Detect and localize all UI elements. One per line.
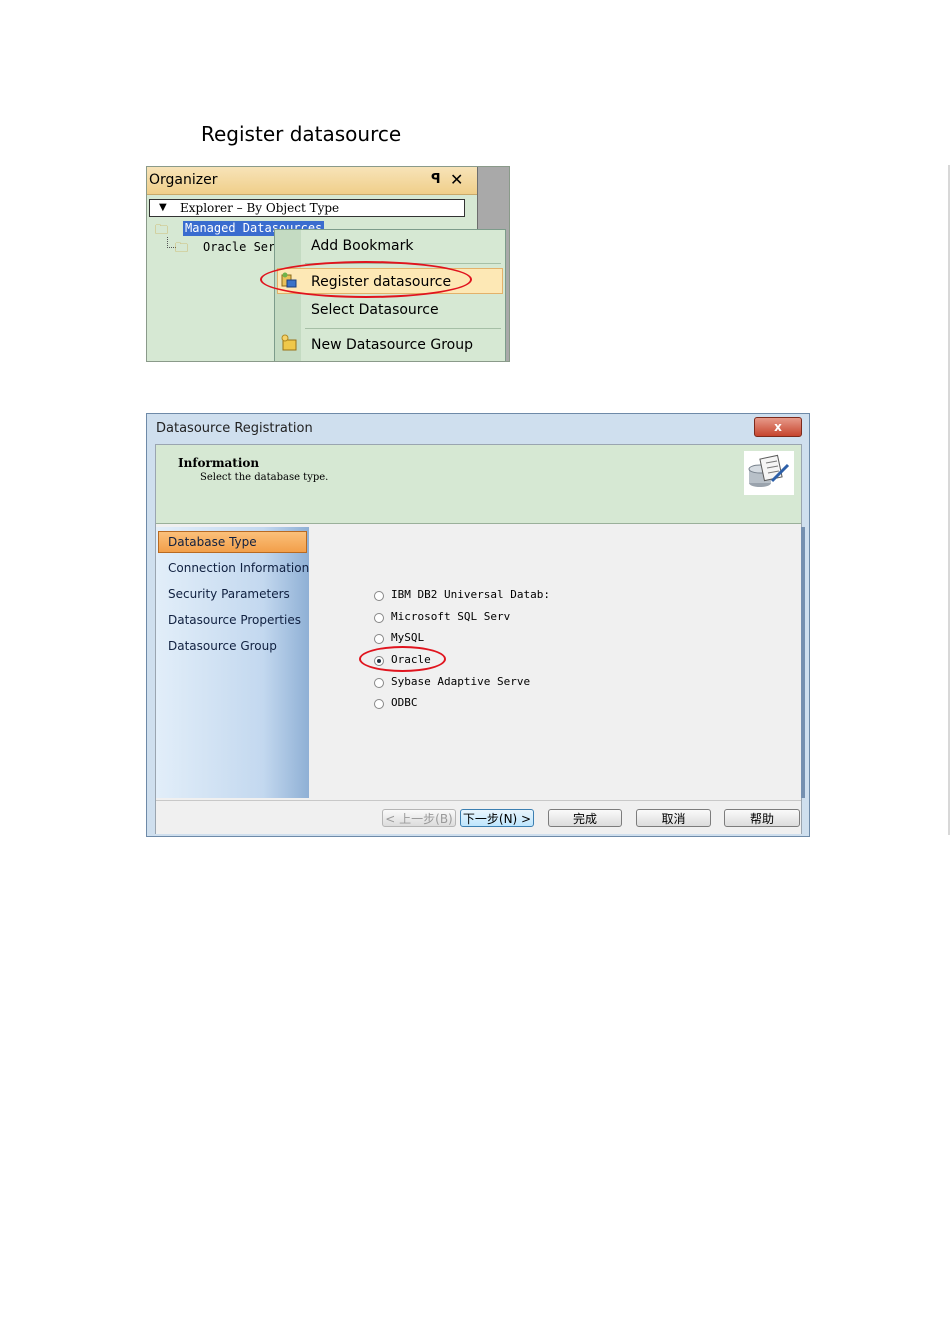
radio-sybase[interactable] <box>374 678 384 688</box>
menu-item-add-bookmark[interactable]: Add Bookmark <box>311 238 413 254</box>
radio-ibm-db2[interactable] <box>374 591 384 601</box>
wizard-step-nav: Database Type Connection Information Sec… <box>156 527 309 798</box>
highlight-oval <box>359 646 446 672</box>
tree-node-oracle[interactable]: Oracle Ser <box>203 240 275 254</box>
button-bar: < 上一步(B) 下一步(N) > 完成 取消 帮助 <box>156 800 801 834</box>
menu-separator <box>305 328 501 329</box>
dialog-body: Information Select the database type. Da… <box>155 444 805 834</box>
radio-label: MySQL <box>391 631 425 644</box>
right-border-strip <box>801 527 805 798</box>
radio-label: ODBC <box>391 696 418 709</box>
info-panel: Information Select the database type. <box>156 445 801 524</box>
back-button[interactable]: < 上一步(B) <box>382 809 456 827</box>
radio-label: Microsoft SQL Serv <box>391 610 511 623</box>
next-button[interactable]: 下一步(N) > <box>460 809 534 827</box>
radio-odbc[interactable] <box>374 699 384 709</box>
nav-item-datasource-group[interactable]: Datasource Group <box>168 639 277 653</box>
pin-icon[interactable]: ꟼ <box>431 172 441 187</box>
radio-label: IBM DB2 Universal Datab: <box>391 588 550 601</box>
menu-item-select-datasource[interactable]: Select Datasource <box>311 302 439 318</box>
dialog-title: Datasource Registration <box>156 421 313 436</box>
radio-label: Sybase Adaptive Serve <box>391 675 531 688</box>
registration-dialog: Datasource Registration x Information Se… <box>146 413 810 837</box>
database-edit-icon <box>744 451 794 495</box>
nav-item-datasource-properties[interactable]: Datasource Properties <box>168 613 301 627</box>
page-heading: Register datasource <box>201 122 402 146</box>
radio-mssql[interactable] <box>374 613 384 623</box>
highlight-oval <box>260 261 472 298</box>
help-button[interactable]: 帮助 <box>724 809 800 827</box>
cancel-button[interactable]: 取消 <box>636 809 711 827</box>
finish-button[interactable]: 完成 <box>548 809 622 827</box>
radio-mysql[interactable] <box>374 634 384 644</box>
info-subtitle: Select the database type. <box>200 472 329 483</box>
organizer-title: Organizer <box>149 172 218 188</box>
close-icon[interactable]: ✕ <box>450 170 463 189</box>
dropdown-arrow-icon: ▼ <box>159 202 167 213</box>
nav-item-security-parameters[interactable]: Security Parameters <box>168 587 290 601</box>
new-group-icon <box>281 334 297 351</box>
menu-item-new-datasource-group[interactable]: New Datasource Group <box>311 337 473 353</box>
explorer-label: Explorer – By Object Type <box>180 201 340 215</box>
explorer-dropdown[interactable]: ▼ Explorer – By Object Type <box>149 199 465 217</box>
folder-icon: 🗀 <box>175 241 189 256</box>
nav-item-database-type[interactable]: Database Type <box>168 535 257 549</box>
info-title: Information <box>178 456 260 470</box>
nav-item-connection-information[interactable]: Connection Information <box>168 561 309 575</box>
organizer-titlebar: Organizer ꟼ ✕ <box>147 167 477 195</box>
dialog-close-button[interactable]: x <box>754 417 802 437</box>
